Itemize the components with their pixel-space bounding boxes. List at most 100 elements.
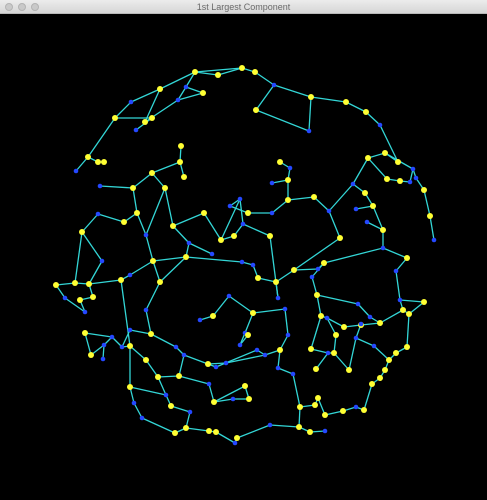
graph-edge: [316, 294, 322, 317]
graph-node-blue: [393, 268, 399, 274]
graph-edge: [244, 312, 254, 334]
network-graph: [53, 65, 437, 446]
graph-node-yellow: [285, 177, 291, 183]
graph-edge: [352, 157, 369, 185]
graph-node-blue: [237, 342, 243, 348]
graph-node-blue: [127, 327, 133, 333]
graph-node-blue: [232, 440, 238, 446]
graph-edge: [284, 308, 289, 336]
graph-node-yellow: [297, 404, 303, 410]
graph-edge: [273, 84, 312, 98]
graph-edge: [178, 375, 210, 385]
graph-edge: [172, 225, 190, 244]
graph-edge: [203, 212, 222, 241]
graph-edge: [323, 247, 384, 264]
graph-node-blue: [175, 97, 181, 103]
graph-node-yellow: [312, 402, 318, 408]
graph-node-yellow: [178, 143, 184, 149]
graph-node-yellow: [315, 395, 321, 401]
graph-node-yellow: [168, 403, 174, 409]
graph-canvas: [0, 14, 487, 500]
graph-node-blue: [62, 295, 68, 301]
graph-node-yellow: [318, 313, 324, 319]
graph-node-blue: [237, 196, 243, 202]
graph-edge: [269, 235, 279, 299]
graph-node-blue: [275, 295, 281, 301]
graph-node-yellow: [314, 292, 320, 298]
graph-edge: [379, 309, 404, 324]
graph-edge: [84, 332, 113, 338]
graph-edge: [185, 256, 243, 263]
graph-node-yellow: [404, 344, 410, 350]
graph-node-yellow: [95, 159, 101, 165]
graph-edge: [292, 373, 301, 408]
graph-node-yellow: [79, 229, 85, 235]
graph-edge: [277, 367, 294, 375]
graph-edge: [212, 295, 230, 317]
graph-edge: [310, 96, 347, 103]
graph-node-yellow: [201, 210, 207, 216]
graph-node-yellow: [285, 197, 291, 203]
graph-node-yellow: [234, 435, 240, 441]
graph-node-blue: [226, 293, 232, 299]
graph-node-yellow: [313, 366, 319, 372]
graph-edge: [145, 359, 159, 378]
title-bar[interactable]: 1st Largest Component: [0, 0, 487, 14]
graph-node-yellow: [331, 350, 337, 356]
graph-node-blue: [128, 99, 134, 105]
graph-node-yellow: [142, 119, 148, 125]
graph-node-yellow: [155, 374, 161, 380]
graph-node-blue: [223, 360, 229, 366]
graph-node-yellow: [421, 187, 427, 193]
graph-edge: [355, 337, 375, 347]
graph-edge: [345, 101, 367, 113]
graph-node-yellow: [308, 94, 314, 100]
graph-edge: [275, 269, 295, 283]
graph-edge: [333, 352, 350, 371]
graph-node-blue: [355, 301, 361, 307]
graph-node-blue: [287, 165, 293, 171]
graph-node-yellow: [211, 399, 217, 405]
graph-node-blue: [377, 122, 383, 128]
graph-edge: [145, 281, 161, 311]
graph-node-blue: [262, 352, 268, 358]
graph-edge: [132, 172, 153, 189]
graph-node-yellow: [362, 190, 368, 196]
graph-edge: [129, 386, 167, 396]
graph-edge: [88, 260, 103, 285]
graph-node-yellow: [361, 407, 367, 413]
graph-node-blue: [163, 392, 169, 398]
graph-edge: [152, 260, 161, 283]
graph-node-blue: [358, 321, 364, 327]
graph-node-yellow: [200, 90, 206, 96]
graph-node-yellow: [72, 280, 78, 286]
graph-node-blue: [367, 314, 373, 320]
graph-node-blue: [250, 262, 256, 268]
graph-node-blue: [324, 315, 330, 321]
graph-node-yellow: [421, 299, 427, 305]
graph-node-blue: [269, 180, 275, 186]
graph-edge: [395, 270, 401, 301]
graph-node-yellow: [215, 72, 221, 78]
graph-edge: [87, 117, 116, 158]
graph-node-yellow: [88, 352, 94, 358]
graph-node-blue: [309, 274, 315, 280]
graph-edge: [88, 279, 122, 285]
graph-node-blue: [353, 335, 359, 341]
graph-node-yellow: [192, 69, 198, 75]
graph-node-yellow: [250, 310, 256, 316]
graph-node-blue: [109, 334, 115, 340]
graph-node-yellow: [337, 235, 343, 241]
graph-node-blue: [143, 307, 149, 313]
graph-node-blue: [407, 179, 413, 185]
graph-node-yellow: [118, 277, 124, 283]
graph-node-yellow: [239, 65, 245, 71]
graph-edge: [129, 345, 147, 361]
graph-edge: [129, 329, 152, 335]
graph-edge: [373, 345, 390, 361]
graph-node-yellow: [273, 279, 279, 285]
graph-node-yellow: [210, 313, 216, 319]
graph-node-yellow: [150, 258, 156, 264]
graph-node-blue: [364, 219, 370, 225]
graph-edge: [423, 189, 431, 217]
